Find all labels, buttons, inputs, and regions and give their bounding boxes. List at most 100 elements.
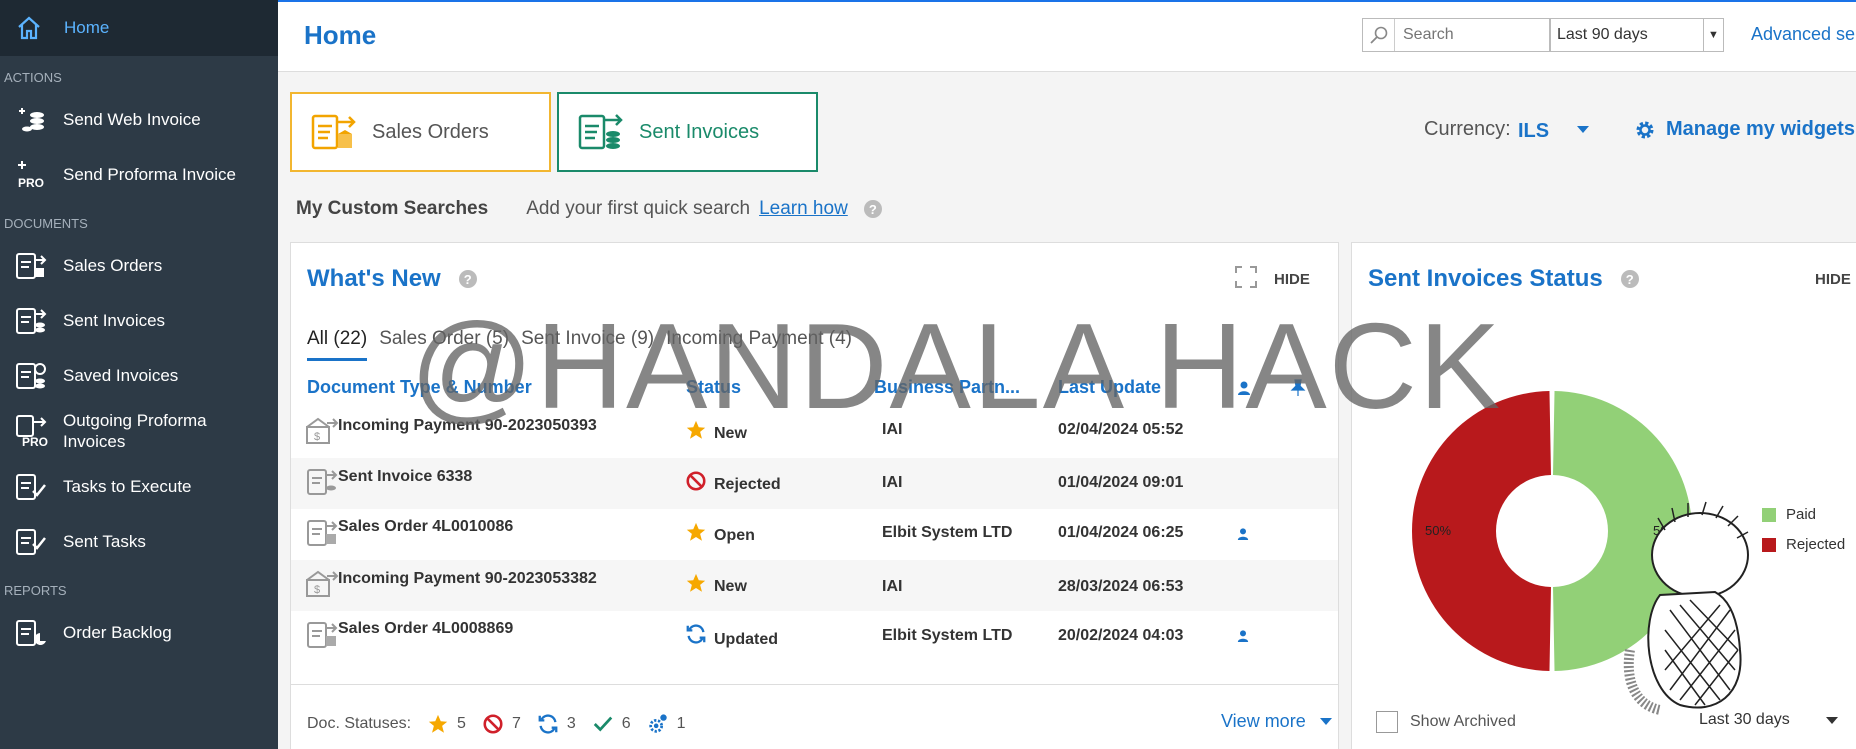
status-count-new[interactable]: 5 (427, 713, 466, 735)
chevron-down-icon[interactable] (1577, 126, 1589, 133)
row-partner: Elbit System LTD (882, 627, 1013, 644)
column-header-partner[interactable]: Business Partn... (874, 377, 1020, 398)
gear-icon (1636, 121, 1654, 138)
hide-button[interactable]: HIDE (1815, 271, 1851, 288)
advanced-search-link[interactable]: Advanced se (1751, 24, 1855, 45)
sent-invoices-tile[interactable]: Sent Invoices (557, 92, 818, 172)
sidebar-item-label: Order Backlog (63, 623, 172, 642)
pie-data-label: 50% (1425, 523, 1451, 538)
hide-button[interactable]: HIDE (1274, 271, 1310, 288)
star-icon (686, 573, 706, 592)
gears-icon (648, 714, 667, 733)
manage-widgets-button[interactable]: Manage my widgets (1634, 118, 1855, 141)
search-box[interactable] (1362, 18, 1550, 52)
help-icon[interactable]: ? (1620, 270, 1639, 288)
tab-incoming-payment[interactable]: Incoming Payment (4) (666, 328, 852, 361)
row-last-update: 28/03/2024 06:53 (1058, 578, 1184, 595)
row-partner: IAI (882, 578, 903, 595)
sidebar-section-actions: ACTIONS (4, 70, 62, 85)
column-header-document[interactable]: Document Type & Number (307, 377, 532, 398)
sent-status-title: Sent Invoices Status (1368, 265, 1603, 292)
sent-invoices-icon (12, 303, 50, 339)
chevron-down-icon[interactable]: ▼ (1703, 19, 1723, 51)
tab-sales-order[interactable]: Sales Order (5) (379, 328, 509, 361)
status-count-processing[interactable]: 1 (647, 713, 686, 735)
rejected-icon (686, 471, 706, 491)
doc-statuses-label: Doc. Statuses: (307, 715, 412, 732)
currency-value[interactable]: ILS (1518, 120, 1549, 143)
status-count-updated[interactable]: 3 (537, 713, 576, 735)
sidebar-item-saved-invoices[interactable]: Saved Invoices (0, 348, 278, 403)
sent-tasks-icon (12, 524, 50, 560)
row-status: New (714, 578, 747, 595)
sidebar-item-send-proforma-invoice[interactable]: PRO Send Proforma Invoice (0, 147, 278, 202)
sales-orders-tile[interactable]: Sales Orders (290, 92, 551, 172)
count-approved: 6 (621, 715, 631, 732)
row-status: Updated (714, 631, 778, 648)
sent-status-title-wrap: Sent Invoices Status ? (1368, 265, 1639, 293)
view-more-button[interactable]: View more (1221, 711, 1332, 732)
table-row[interactable]: Sales Order 4L0008869 Updated Elbit Syst… (291, 611, 1338, 662)
show-archived-checkbox[interactable] (1376, 711, 1398, 733)
whats-new-title-wrap: What's New ? (307, 265, 477, 293)
status-count-rejected[interactable]: 7 (482, 713, 521, 735)
legend-item-rejected: Rejected (1762, 536, 1845, 553)
count-new: 5 (457, 715, 466, 732)
sidebar-item-order-backlog[interactable]: Order Backlog (0, 605, 278, 660)
page-title: Home (304, 20, 377, 50)
sidebar-item-tasks-to-execute[interactable]: Tasks to Execute (0, 459, 278, 514)
sidebar-item-outgoing-proforma[interactable]: PRO Outgoing Proforma Invoices (0, 403, 278, 459)
pro-badge: PRO (18, 176, 44, 190)
manage-widgets-label: Manage my widgets (1666, 118, 1855, 140)
show-archived-label: Show Archived (1410, 713, 1516, 730)
tab-sent-invoice[interactable]: Sent Invoice (9) (521, 328, 654, 361)
sidebar-section-documents: DOCUMENTS (4, 216, 88, 231)
handala-figure-icon (1623, 501, 1749, 715)
whats-new-footer: Doc. Statuses: 5 7 3 6 1 View more (291, 684, 1338, 749)
sidebar-item-label: Outgoing Proforma Invoices (63, 411, 207, 451)
help-icon[interactable]: ? (458, 270, 477, 288)
table-row[interactable]: $ Incoming Payment 90-2023050393 New IAI… (291, 407, 1338, 458)
pin-icon[interactable] (1290, 379, 1306, 397)
row-partner: Elbit System LTD (882, 524, 1013, 541)
sidebar-item-send-web-invoice[interactable]: Send Web Invoice (0, 92, 278, 147)
count-processing: 1 (676, 715, 686, 732)
row-status: Open (714, 527, 755, 544)
sidebar-item-sales-orders[interactable]: Sales Orders (0, 238, 278, 293)
sidebar-item-sent-tasks[interactable]: Sent Tasks (0, 514, 278, 569)
whats-new-panel: What's New ? HIDE All (22) Sales Order (… (290, 242, 1339, 749)
sales-order-icon (307, 520, 338, 546)
table-row[interactable]: Sales Order 4L0010086 Open Elbit System … (291, 509, 1338, 560)
date-range-select[interactable]: Last 90 days ▼ (1550, 18, 1724, 52)
column-header-status[interactable]: Status (686, 377, 741, 398)
learn-how-link[interactable]: Learn how (759, 198, 848, 220)
row-status: Rejected (714, 476, 781, 493)
tab-all[interactable]: All (22) (307, 328, 368, 361)
table-row[interactable]: Sent Invoice 6338 Rejected IAI 01/04/202… (291, 458, 1338, 509)
svg-text:$: $ (314, 431, 320, 443)
star-icon (428, 714, 448, 733)
help-icon[interactable]: ? (863, 200, 882, 218)
show-archived-toggle[interactable]: Show Archived (1376, 711, 1516, 733)
sidebar: Home ACTIONS Send Web Invoice PRO Send P… (0, 0, 278, 749)
expand-icon[interactable] (1234, 265, 1258, 289)
sent-invoice-icon (307, 469, 338, 495)
sidebar-item-sent-invoices[interactable]: Sent Invoices (0, 293, 278, 348)
status-count-approved[interactable]: 6 (592, 713, 631, 735)
outgoing-proforma-icon: PRO (12, 413, 50, 449)
count-rejected: 7 (511, 715, 521, 732)
person-icon[interactable] (1237, 380, 1251, 396)
sales-order-icon (307, 622, 338, 648)
star-icon (686, 522, 706, 541)
sales-orders-tile-label: Sales Orders (372, 120, 489, 143)
legend-label: Rejected (1786, 536, 1846, 553)
saved-invoices-icon (12, 358, 50, 394)
column-header-last-update[interactable]: Last Update (1058, 377, 1161, 398)
search-input[interactable] (1403, 26, 1543, 44)
sidebar-item-label: Tasks to Execute (63, 477, 192, 496)
sidebar-item-home[interactable]: Home (0, 0, 278, 56)
row-partner: IAI (882, 421, 903, 438)
table-row[interactable]: $ Incoming Payment 90-2023053382 New IAI… (291, 560, 1338, 611)
row-document: Incoming Payment 90-2023053382 (338, 570, 597, 587)
custom-searches-title: My Custom Searches (296, 198, 489, 219)
